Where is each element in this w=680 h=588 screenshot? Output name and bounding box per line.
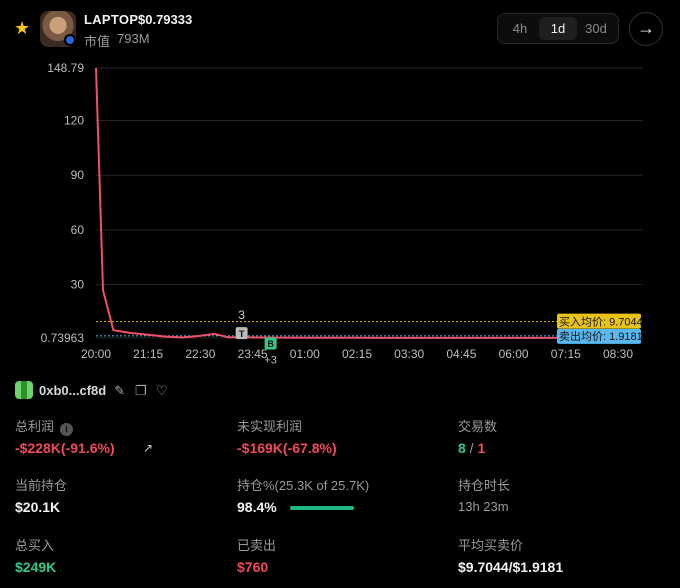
x-tick-label: 08:30 <box>603 347 633 361</box>
range-30d-button[interactable]: 30d <box>577 17 615 40</box>
trades-sell-count: 1 <box>477 440 486 456</box>
buy-marker-count: +3 <box>264 355 277 367</box>
buy-marker-letter: B <box>267 339 274 349</box>
trades-separator: / <box>465 440 478 456</box>
holding-pct-value: 98.4% <box>237 499 277 515</box>
arrow-right-icon[interactable]: → <box>629 12 663 46</box>
token-header: ★ LAPTOP $0.79333 市值 793M 4h 1d 30d → <box>0 0 680 60</box>
x-axis-ticks: 20:00 21:15 22:30 23:45 01:00 02:15 03:30 04:45… <box>81 347 633 361</box>
sell-marker-count: 3 <box>238 308 245 322</box>
avg-price-label: 平均买卖价 <box>458 538 524 553</box>
time-range-selector: 4h 1d 30d <box>497 13 619 44</box>
token-name: LAPTOP <box>84 12 139 27</box>
total-buy-value: $249K <box>15 559 57 575</box>
y-tick-label: 90 <box>71 168 85 182</box>
sold-label: 已卖出 <box>237 538 277 553</box>
market-cap-label: 市值 <box>84 34 111 49</box>
range-4h-button[interactable]: 4h <box>501 17 539 40</box>
wallet-address[interactable]: 0xb0...cf8d <box>39 383 106 398</box>
buy-average-label: 买入均价: 9.7044 <box>557 313 643 329</box>
hold-time-value: 13h 23m <box>458 499 509 514</box>
star-icon[interactable]: ★ <box>14 19 32 37</box>
copy-icon[interactable]: ❐ <box>133 383 148 398</box>
y-axis-ticks: 148.79 120 90 60 30 0.73963 <box>41 61 85 345</box>
y-tick-label: 0.73963 <box>41 331 85 345</box>
x-tick-label: 03:30 <box>394 347 424 361</box>
unrealized-profit-label: 未实现利润 <box>237 419 303 434</box>
market-cap-value: 793M <box>117 31 150 46</box>
wallet-row: 0xb0...cf8d ✎ ❐ ♡ <box>15 380 169 400</box>
info-icon[interactable]: i <box>60 423 74 436</box>
chart-grid <box>96 67 643 339</box>
verified-badge-icon <box>64 34 76 46</box>
x-tick-label: 21:15 <box>133 347 163 361</box>
x-tick-label: 07:15 <box>551 347 581 361</box>
sold-value: $760 <box>237 559 269 575</box>
buy-average-label-text: 买入均价: 9.7044 <box>559 316 643 329</box>
y-tick-label: 60 <box>71 223 85 237</box>
y-tick-label: 148.79 <box>47 61 84 75</box>
heart-icon[interactable]: ♡ <box>154 383 169 398</box>
holding-progress-bar <box>290 506 354 510</box>
total-profit-label: 总利润 i <box>15 416 74 436</box>
price-chart: 148.791209060300.73963 20:00 21:15 22:30 23… <box>41 61 643 367</box>
y-tick-label: 30 <box>71 278 85 292</box>
total-buy-label: 总买入 <box>15 538 55 553</box>
x-tick-label: 04:45 <box>446 347 476 361</box>
token-price: $0.79333 <box>138 12 193 27</box>
sell-marker-letter: T <box>239 329 245 339</box>
range-1d-button[interactable]: 1d <box>539 17 577 40</box>
x-tick-label: 06:00 <box>499 347 529 361</box>
trades-value: 8 / 1 <box>458 440 485 456</box>
x-tick-label: 01:00 <box>290 347 320 361</box>
trades-label: 交易数 <box>458 419 498 434</box>
wallet-avatar-icon <box>15 381 33 399</box>
x-tick-label: 20:00 <box>81 347 111 361</box>
trades-buy-count: 8 <box>458 440 466 456</box>
unrealized-profit-value: -$169K(-67.8%) <box>237 440 337 456</box>
sell-average-label-text: 卖出均价: 1.9181 <box>559 329 643 343</box>
avg-price-value: $9.7044/$1.9181 <box>458 559 564 575</box>
holding-pct-label: 持仓%(25.3K of 25.7K) <box>237 478 370 493</box>
price-line <box>95 67 639 339</box>
y-tick-label: 120 <box>64 114 84 128</box>
hold-time-label: 持仓时长 <box>458 478 511 493</box>
x-tick-label: 02:15 <box>342 347 372 361</box>
sell-average-label: 卖出均价: 1.9181 <box>557 328 643 344</box>
holding-value: $20.1K <box>15 499 61 515</box>
total-profit-label-text: 总利润 <box>15 419 55 434</box>
edit-icon[interactable]: ✎ <box>112 383 127 398</box>
total-profit-value: -$228K(-91.6%) <box>15 440 115 456</box>
x-tick-label: 22:30 <box>185 347 215 361</box>
external-link-icon[interactable]: ↗ <box>143 442 156 455</box>
holding-label: 当前持仓 <box>15 478 68 493</box>
